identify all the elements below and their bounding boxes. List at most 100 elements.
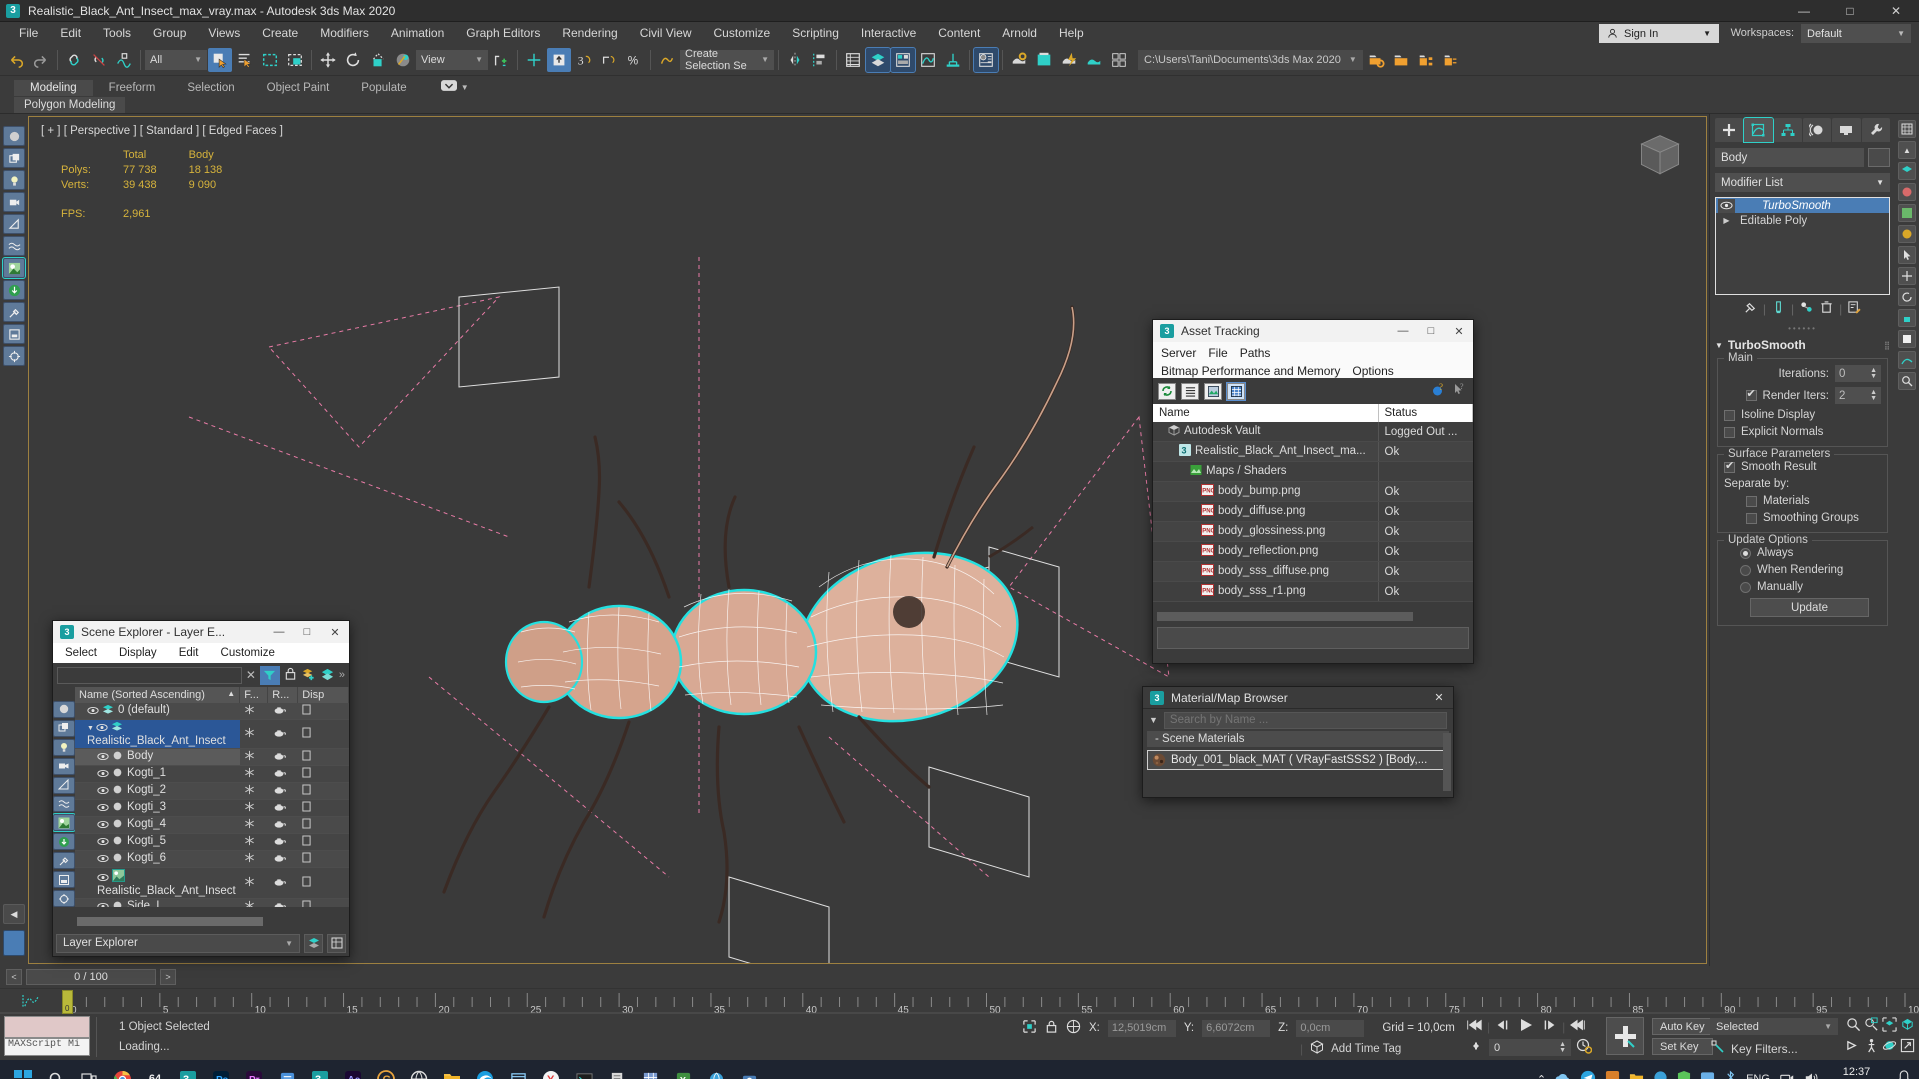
eye-icon[interactable]	[97, 752, 109, 764]
bitmap-view-icon[interactable]	[1204, 383, 1222, 400]
play-animation-button[interactable]	[1516, 1017, 1536, 1036]
render-iters-spinner[interactable]: 2 ▲▼	[1835, 387, 1881, 404]
eye-icon[interactable]	[97, 769, 109, 781]
scene-explorer-close-button[interactable]: ✕	[321, 621, 349, 643]
search-icon[interactable]	[41, 1064, 71, 1079]
add-time-tag-row[interactable]: | Add Time Tag	[1300, 1040, 1401, 1057]
g-icon[interactable]: G	[371, 1064, 401, 1079]
tab-display[interactable]	[1832, 118, 1860, 142]
configure-sets-icon[interactable]	[1847, 300, 1862, 318]
menu-item-edit[interactable]: Edit	[49, 23, 92, 43]
asset-row[interactable]: PNGbody_bump.pngOk	[1153, 482, 1473, 502]
scene-explorer-render-cell[interactable]	[268, 703, 298, 720]
mirror-button[interactable]	[783, 48, 807, 72]
workspace-select[interactable]: Default ▼	[1801, 24, 1911, 43]
volume-icon[interactable]	[1804, 1071, 1820, 1079]
tray-app-icon[interactable]	[1605, 1070, 1620, 1079]
telegram-icon[interactable]	[1580, 1070, 1596, 1079]
layers-icon[interactable]	[320, 667, 335, 684]
scene-explorer-hscrollbar[interactable]	[77, 917, 343, 928]
menu-item-graph-editors[interactable]: Graph Editors	[455, 23, 551, 43]
expand-triangle-icon[interactable]: ▶	[1718, 216, 1735, 225]
material-search-input[interactable]	[1164, 712, 1447, 729]
globe-icon[interactable]	[701, 1064, 731, 1079]
rail-material-icon[interactable]	[3, 258, 25, 278]
scene-explorer-render-cell[interactable]	[268, 899, 298, 908]
tray-shield-icon[interactable]	[1677, 1070, 1691, 1079]
time-configuration-icon[interactable]	[1576, 1038, 1592, 1057]
named-selection-set-select[interactable]: Create Selection Se ▼	[680, 50, 774, 70]
make-unique-icon[interactable]	[1799, 300, 1814, 318]
material-list-item[interactable]: Body_001_black_MAT ( VRayFastSSS2 ) [Bod…	[1147, 750, 1449, 770]
chrome-icon[interactable]	[107, 1064, 137, 1079]
maximize-viewport-icon[interactable]	[1900, 1038, 1915, 1056]
asset-row[interactable]: PNGbody_sss_diffuse.pngOk	[1153, 562, 1473, 582]
render-iters-checkbox[interactable]	[1746, 390, 1757, 401]
align-button[interactable]	[808, 48, 832, 72]
menu-item-rendering[interactable]: Rendering	[551, 23, 628, 43]
freeze-icon[interactable]	[244, 752, 255, 764]
scene-explorer-maximize-button[interactable]: □	[293, 621, 321, 643]
rail-helper-icon[interactable]	[3, 214, 25, 234]
scene-explorer-freeze-cell[interactable]	[240, 749, 268, 766]
scene-explorer-freeze-cell[interactable]	[240, 720, 268, 749]
teapot-icon[interactable]	[272, 803, 286, 815]
current-frame-field[interactable]: 0 / 100	[26, 969, 156, 985]
scene-explorer-display-cell[interactable]	[298, 749, 349, 766]
eye-icon[interactable]	[97, 786, 109, 798]
scene-explorer-display-cell[interactable]	[298, 766, 349, 783]
scene-explorer-row[interactable]: Kogti_6	[75, 851, 349, 868]
previous-frame-button[interactable]	[1494, 1018, 1512, 1035]
scene-explorer-render-cell[interactable]	[268, 783, 298, 800]
asset-menu-paths[interactable]: Paths	[1240, 344, 1277, 362]
materials-checkbox[interactable]	[1746, 496, 1757, 507]
se-rail-spacewarps-icon[interactable]	[53, 796, 75, 813]
select-by-name-button[interactable]	[233, 48, 257, 72]
ribbon-minimize-icon[interactable]	[441, 80, 457, 94]
clear-search-icon[interactable]: ✕	[246, 668, 256, 682]
menu-item-civil-view[interactable]: Civil View	[629, 23, 703, 43]
schematic-view-button[interactable]	[941, 48, 965, 72]
update-manually-radio[interactable]	[1740, 582, 1751, 593]
select-and-rotate-button[interactable]	[341, 48, 365, 72]
absolute-relative-mode-icon[interactable]	[1066, 1019, 1081, 1037]
scene-explorer-row[interactable]: Body	[75, 749, 349, 766]
rail-eyedropper-icon[interactable]	[3, 302, 25, 322]
add-time-tag-key-button[interactable]	[1606, 1017, 1644, 1055]
z-coordinate-field[interactable]: 0,0cm	[1296, 1020, 1364, 1037]
tray-cloud-icon[interactable]	[1653, 1070, 1668, 1079]
key-filters-button[interactable]: Key Filters...	[1731, 1042, 1798, 1056]
rail-grid-icon[interactable]	[1898, 120, 1916, 138]
notifications-icon[interactable]	[1897, 1070, 1911, 1079]
eye-icon[interactable]	[97, 820, 109, 832]
smooth-result-checkbox[interactable]	[1724, 462, 1735, 473]
scene-explorer-display-cell[interactable]	[298, 817, 349, 834]
tray-chat-icon[interactable]	[1700, 1071, 1715, 1079]
rail-camera-icon[interactable]	[3, 192, 25, 212]
se-rail-xrefs-icon[interactable]	[53, 890, 75, 907]
teapot-icon[interactable]	[272, 706, 286, 718]
scene-explorer-render-cell[interactable]	[268, 868, 298, 899]
scene-explorer-display-cell[interactable]	[298, 703, 349, 720]
terminal-icon[interactable]	[569, 1064, 599, 1079]
se-rail-shapes-icon[interactable]	[53, 720, 75, 737]
list-view-icon[interactable]	[1181, 383, 1199, 400]
curve-editor-button[interactable]	[916, 48, 940, 72]
teapot-icon[interactable]	[272, 878, 286, 890]
menu-item-tools[interactable]: Tools	[92, 23, 142, 43]
zoom-icon[interactable]	[1846, 1017, 1861, 1035]
tab-hierarchy[interactable]	[1774, 118, 1802, 142]
asset-row[interactable]: PNGbody_glossiness.pngOk	[1153, 522, 1473, 542]
notes-icon[interactable]	[272, 1064, 302, 1079]
freeze-icon[interactable]	[244, 837, 255, 849]
scene-explorer-freeze-cell[interactable]	[240, 766, 268, 783]
menu-item-animation[interactable]: Animation	[380, 23, 455, 43]
next-frame-button[interactable]: >	[160, 969, 176, 985]
add-time-tag-label[interactable]: Add Time Tag	[1331, 1043, 1401, 1055]
aftereffects-icon[interactable]: Ae	[338, 1064, 368, 1079]
scene-explorer-row[interactable]: ▼Realistic_Black_Ant_Insect	[75, 720, 349, 749]
maxscript-output-pane[interactable]	[4, 1016, 90, 1038]
display-icon[interactable]	[302, 769, 311, 781]
scene-explorer-display-cell[interactable]	[298, 899, 349, 908]
64-icon[interactable]: 64	[140, 1064, 170, 1079]
